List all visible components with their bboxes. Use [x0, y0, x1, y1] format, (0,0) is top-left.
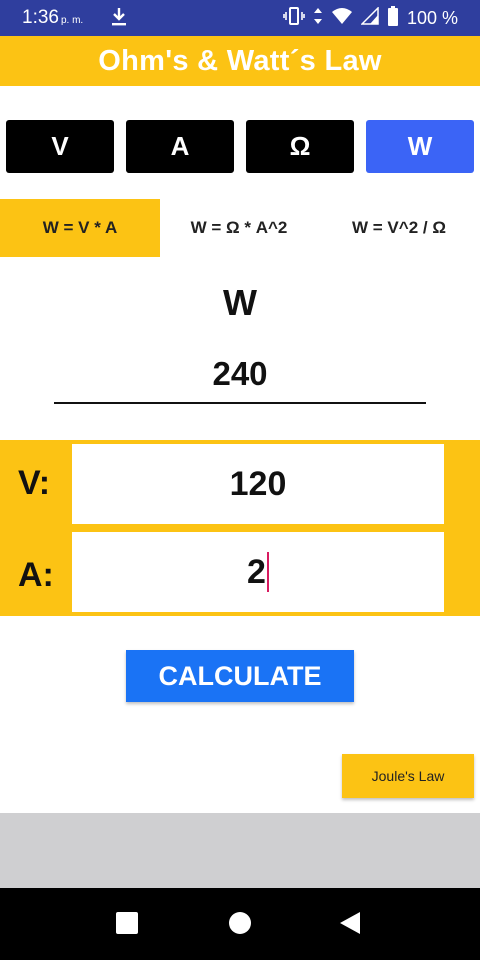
formula-tab-w-v-a[interactable]: W = V * A: [0, 199, 160, 257]
voltage-input-value: 120: [229, 464, 287, 503]
mode-button-a[interactable]: A: [126, 120, 234, 173]
status-ampm: p. m.: [60, 15, 84, 26]
download-icon: [110, 6, 128, 33]
current-input-value: 2: [247, 552, 266, 591]
calculate-button[interactable]: CALCULATE: [126, 650, 354, 702]
status-time-value: 1:36: [22, 7, 59, 28]
battery-icon: [387, 6, 399, 31]
status-bar: 1:36 p. m. 100 %: [0, 0, 480, 36]
signal-icon: [360, 6, 379, 30]
formula-tab-w-v2-ohm[interactable]: W = V^2 / Ω: [324, 199, 474, 257]
ad-banner-area: [0, 813, 480, 888]
wifi-icon: [331, 7, 353, 30]
app-title: Ohm's & Watt´s Law: [98, 44, 382, 77]
current-input[interactable]: 2: [72, 532, 444, 612]
joules-law-button[interactable]: Joule's Law: [342, 754, 474, 798]
current-label: A:: [18, 556, 54, 594]
data-arrows-icon: [313, 6, 323, 31]
recents-square-icon[interactable]: [116, 912, 138, 934]
text-caret: [266, 552, 269, 592]
formula-tab-w-ohm-a2[interactable]: W = Ω * A^2: [164, 199, 314, 257]
result-value: 240: [212, 355, 268, 392]
voltage-input[interactable]: 120: [72, 444, 444, 524]
result-underline: [54, 402, 426, 404]
app-title-bar: Ohm's & Watt´s Law: [0, 36, 480, 86]
back-triangle-icon[interactable]: [338, 911, 362, 940]
mode-button-v[interactable]: V: [6, 120, 114, 173]
vibrate-icon: [283, 6, 305, 31]
mode-button-ohm[interactable]: Ω: [246, 120, 354, 173]
status-icons: 100 %: [283, 6, 458, 31]
result-label: W: [223, 282, 257, 323]
battery-percent: 100 %: [406, 8, 458, 28]
home-circle-icon[interactable]: [229, 912, 251, 934]
status-time: 1:36 p. m.: [22, 7, 83, 29]
voltage-label: V:: [18, 464, 51, 502]
mode-button-w[interactable]: W: [366, 120, 474, 173]
